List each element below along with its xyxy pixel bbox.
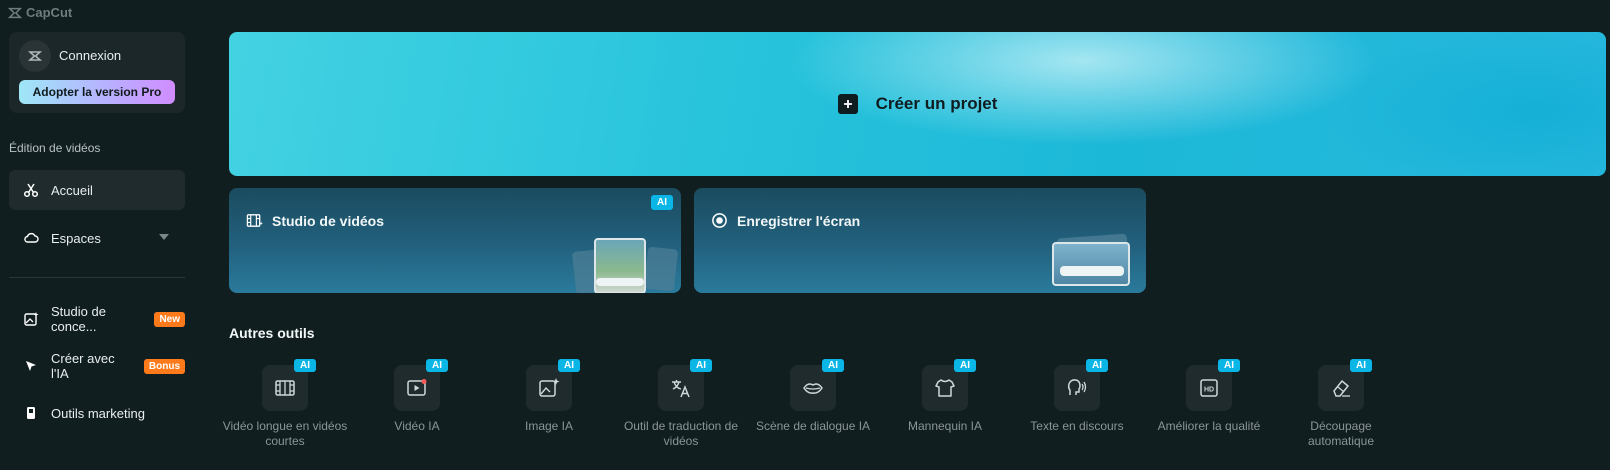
lips-icon — [803, 383, 823, 394]
sidebar-item-marketing[interactable]: Outils marketing — [9, 393, 185, 433]
translate-icon — [672, 380, 690, 398]
sidebar-divider — [9, 277, 185, 278]
tool-label: Vidéo longue en vidéos courtes — [222, 419, 348, 448]
ai-badge: AI — [1086, 359, 1108, 372]
record-icon — [712, 213, 727, 228]
shirt-icon — [935, 379, 955, 397]
screen-record-tile[interactable]: Enregistrer l'écran — [694, 188, 1146, 293]
tool-ai-model[interactable]: AI Mannequin IA — [880, 359, 1010, 434]
tool-ai-video[interactable]: AI Vidéo IA — [352, 359, 482, 434]
ai-badge: AI — [822, 359, 844, 372]
sidebar: Connexion Adopter la version Pro Édition… — [0, 0, 195, 470]
image-sparkle-icon — [539, 378, 560, 397]
section-title: Édition de vidéos — [9, 141, 101, 155]
create-project-label: Créer un projet — [875, 94, 998, 113]
account-card: Connexion Adopter la version Pro — [9, 32, 185, 113]
tool-ai-image[interactable]: AI Image IA — [484, 359, 614, 434]
sidebar-item-create-ai[interactable]: Créer avec l'IA Bonus — [9, 346, 185, 386]
spark-icon — [26, 361, 36, 371]
tile-title: Studio de vidéos — [272, 212, 385, 229]
ai-badge: AI — [651, 195, 673, 210]
scissors-icon — [23, 183, 39, 198]
tool-label: Mannequin IA — [907, 419, 983, 433]
sidebar-item-label: Outils marketing — [51, 405, 145, 421]
video-studio-tile[interactable]: AI Studio de vidéos — [229, 188, 681, 293]
ai-badge: AI — [294, 359, 316, 372]
film-split-icon — [275, 380, 295, 396]
marketing-icon — [27, 407, 35, 419]
tool-auto-cutout[interactable]: AI Découpage automatique — [1276, 359, 1406, 449]
tool-video-translate[interactable]: AI Outil de traduction de vidéos — [616, 359, 746, 449]
ai-badge: AI — [690, 359, 712, 372]
speech-icon — [1067, 379, 1087, 395]
cloud-icon — [24, 232, 39, 243]
other-tools-title: Autres outils — [229, 325, 315, 341]
plus-icon — [837, 94, 858, 114]
ai-badge: AI — [1218, 359, 1240, 372]
ai-badge: AI — [954, 359, 976, 372]
sidebar-item-espaces[interactable]: Espaces — [9, 218, 185, 258]
sidebar-item-label: Studio de conce... — [51, 304, 106, 334]
sidebar-item-studio-concept[interactable]: Studio de conce... New — [9, 299, 185, 339]
tool-label: Découpage automatique — [1307, 419, 1375, 448]
tool-long-to-short[interactable]: AI Vidéo longue en vidéos courtes — [220, 359, 350, 449]
tool-label: Vidéo IA — [394, 419, 440, 433]
tool-ai-dialogue[interactable]: AI Scène de dialogue IA — [748, 359, 878, 434]
bonus-badge: Bonus — [143, 358, 185, 374]
tile-title: Enregistrer l'écran — [737, 212, 861, 229]
upgrade-pro-button[interactable]: Adopter la version Pro — [19, 80, 175, 104]
video-play-icon — [407, 379, 427, 396]
ai-badge: AI — [1350, 359, 1372, 372]
tool-text-to-speech[interactable]: AI Texte en discours — [1012, 359, 1142, 434]
login-label[interactable]: Connexion — [59, 48, 121, 63]
eraser-icon — [1333, 380, 1350, 397]
ai-badge: AI — [426, 359, 448, 372]
tool-label: Texte en discours — [1030, 419, 1124, 433]
tool-enhance-quality[interactable]: AI HD Améliorer la qualité — [1144, 359, 1274, 434]
sidebar-item-label: Accueil — [51, 182, 93, 198]
video-studio-icon — [246, 214, 263, 227]
sidebar-item-label: Espaces — [51, 230, 101, 246]
chevron-down-icon[interactable] — [159, 234, 169, 240]
ai-badge: AI — [558, 359, 580, 372]
tool-label: Outil de traduction de vidéos — [623, 419, 739, 448]
sidebar-item-accueil[interactable]: Accueil — [9, 170, 185, 210]
new-badge: New — [154, 311, 185, 327]
avatar[interactable] — [19, 40, 51, 72]
image-sparkle-icon — [24, 312, 39, 326]
svg-text:HD: HD — [1204, 387, 1214, 394]
sidebar-item-label: Créer avec l'IA — [51, 351, 115, 381]
capcut-avatar-icon — [27, 51, 43, 61]
hd-icon: HD — [1200, 379, 1218, 397]
tool-label: Scène de dialogue IA — [755, 419, 871, 433]
create-project-button[interactable]: Créer un projet — [229, 32, 1606, 176]
tool-label: Image IA — [524, 419, 574, 433]
tool-label: Améliorer la qualité — [1157, 419, 1261, 433]
